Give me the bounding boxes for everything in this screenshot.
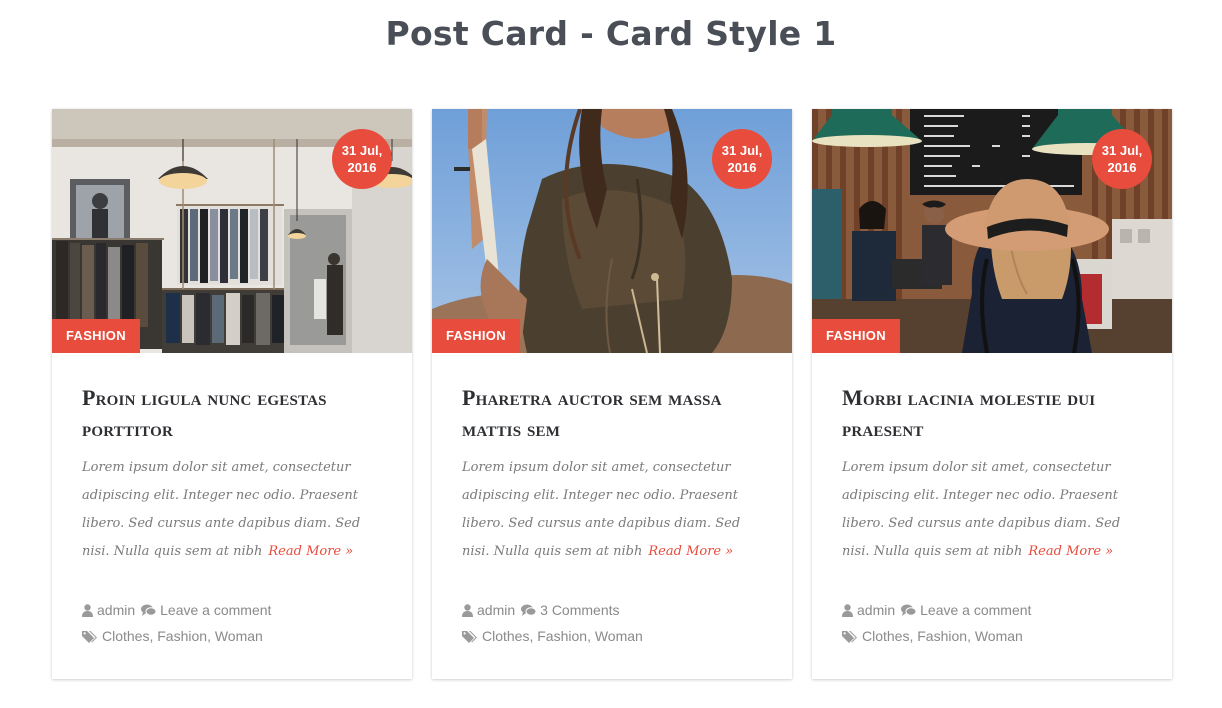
tag-link[interactable]: Woman [595, 628, 643, 644]
post-thumbnail[interactable]: 31 Jul, 2016 FASHION [432, 109, 792, 353]
read-more-link[interactable]: Read More » [1028, 544, 1113, 559]
post-title[interactable]: Proin ligula nunc egestas porttitor [82, 382, 382, 444]
comments-icon [141, 603, 157, 621]
author-link[interactable]: admin [477, 602, 515, 618]
user-icon [82, 603, 93, 621]
post-thumbnail[interactable]: 31 Jul, 2016 FASHION [812, 109, 1172, 353]
post-excerpt: Lorem ipsum dolor sit amet, consectetur … [462, 454, 767, 566]
post-meta: admin Leave a comment [842, 601, 1031, 619]
page-title: Post Card - Card Style 1 [385, 14, 837, 53]
tag-link[interactable]: Fashion [537, 628, 587, 644]
tag-link[interactable]: Woman [975, 628, 1023, 644]
tags-icon [462, 629, 478, 647]
post-card: 31 Jul, 2016 FASHION Proin ligula nunc e… [52, 109, 412, 679]
category-badge[interactable]: FASHION [52, 319, 140, 353]
post-card: 31 Jul, 2016 FASHION Pharetra auctor sem… [432, 109, 792, 679]
category-badge[interactable]: FASHION [812, 319, 900, 353]
read-more-link[interactable]: Read More » [268, 544, 353, 559]
comments-icon [521, 603, 537, 621]
tag-link[interactable]: Fashion [157, 628, 207, 644]
date-day-month: 31 Jul, [721, 143, 763, 158]
tags-icon [82, 629, 98, 647]
post-tags: Clothes, Fashion, Woman [82, 627, 263, 645]
tag-link[interactable]: Clothes [862, 628, 909, 644]
post-card: 31 Jul, 2016 FASHION Morbi lacinia moles… [812, 109, 1172, 679]
date-badge: 31 Jul, 2016 [332, 129, 392, 189]
tag-link[interactable]: Fashion [917, 628, 967, 644]
tag-link[interactable]: Clothes [102, 628, 149, 644]
author-link[interactable]: admin [97, 602, 135, 618]
user-icon [462, 603, 473, 621]
post-excerpt: Lorem ipsum dolor sit amet, consectetur … [842, 454, 1147, 566]
post-excerpt: Lorem ipsum dolor sit amet, consectetur … [82, 454, 387, 566]
post-thumbnail[interactable]: 31 Jul, 2016 FASHION [52, 109, 412, 353]
post-meta: admin 3 Comments [462, 601, 620, 619]
date-day-month: 31 Jul, [1101, 143, 1143, 158]
date-badge: 31 Jul, 2016 [712, 129, 772, 189]
comments-link[interactable]: Leave a comment [160, 602, 271, 618]
author-link[interactable]: admin [857, 602, 895, 618]
post-title[interactable]: Morbi lacinia molestie dui praesent [842, 382, 1142, 444]
date-year: 2016 [1107, 160, 1137, 175]
comments-link[interactable]: 3 Comments [540, 602, 619, 618]
category-badge[interactable]: FASHION [432, 319, 520, 353]
date-year: 2016 [347, 160, 377, 175]
comments-link[interactable]: Leave a comment [920, 602, 1031, 618]
post-meta: admin Leave a comment [82, 601, 271, 619]
read-more-link[interactable]: Read More » [648, 544, 733, 559]
tag-link[interactable]: Woman [215, 628, 263, 644]
post-tags: Clothes, Fashion, Woman [462, 627, 643, 645]
date-day-month: 31 Jul, [341, 143, 383, 158]
date-badge: 31 Jul, 2016 [1092, 129, 1152, 189]
post-tags: Clothes, Fashion, Woman [842, 627, 1023, 645]
post-title[interactable]: Pharetra auctor sem massa mattis sem [462, 382, 762, 444]
tags-icon [842, 629, 858, 647]
tag-link[interactable]: Clothes [482, 628, 529, 644]
post-card-grid: 31 Jul, 2016 FASHION Proin ligula nunc e… [52, 109, 1172, 679]
comments-icon [901, 603, 917, 621]
user-icon [842, 603, 853, 621]
date-year: 2016 [727, 160, 757, 175]
